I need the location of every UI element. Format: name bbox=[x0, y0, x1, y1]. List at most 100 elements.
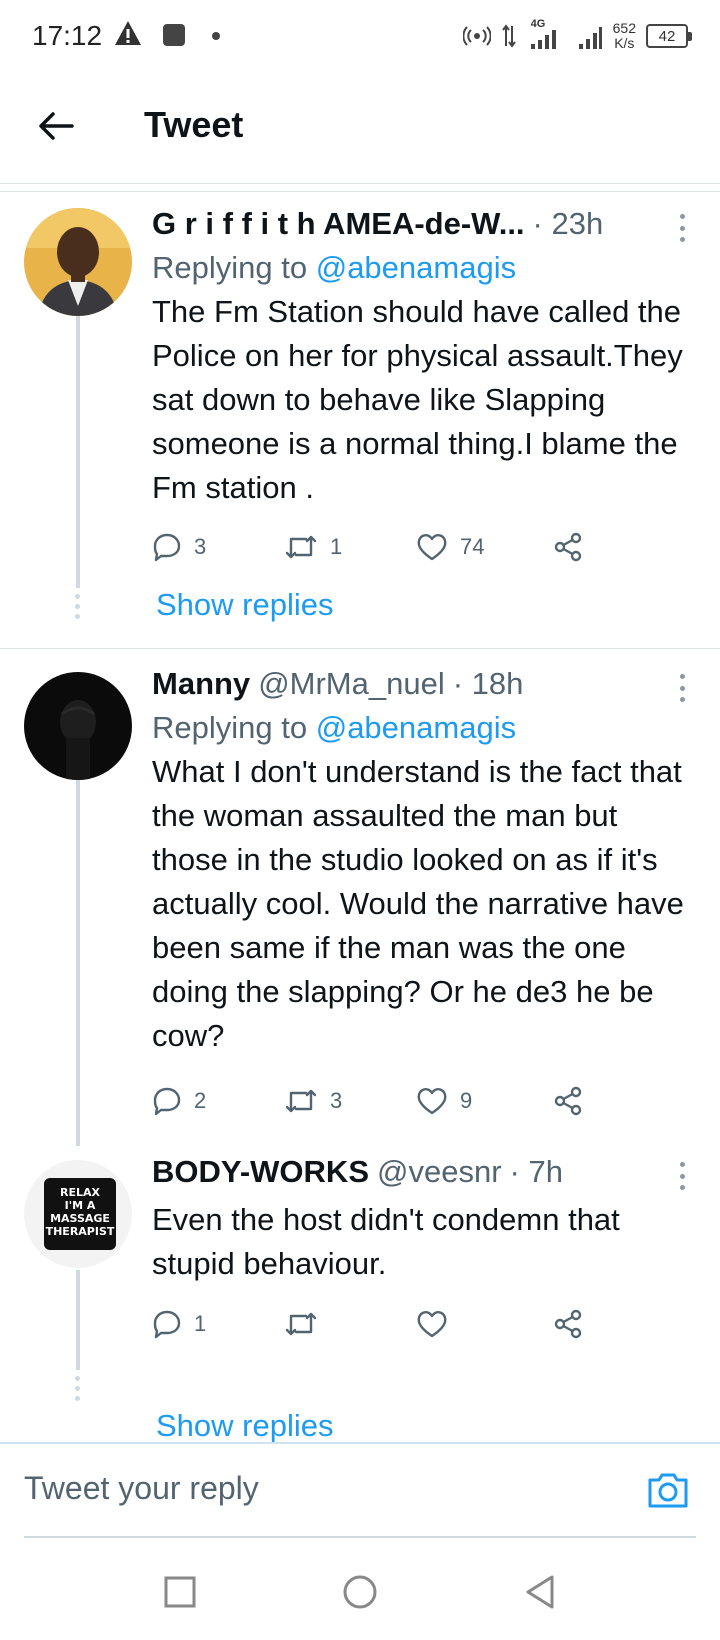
show-replies-link[interactable]: Show replies bbox=[156, 587, 333, 623]
retweet-icon bbox=[285, 535, 317, 559]
author-name[interactable]: G r i f f i t h AMEA-de-W... bbox=[152, 206, 525, 242]
share-button[interactable] bbox=[552, 1081, 584, 1121]
hotspot-icon bbox=[462, 26, 491, 46]
battery-icon: 42 bbox=[646, 24, 692, 48]
heart-icon bbox=[417, 1311, 447, 1338]
retweet-count: 1 bbox=[330, 534, 343, 559]
tweet-header: BODY-WORKS @veesnr · 7h bbox=[152, 1154, 690, 1194]
thread-connector-dots bbox=[75, 1376, 81, 1406]
mention-link[interactable]: @abenamagis bbox=[316, 710, 516, 745]
like-count: 9 bbox=[460, 1088, 473, 1113]
avatar[interactable]: RELAX I'M A MASSAGE THERAPIST bbox=[24, 1160, 132, 1268]
avatar-sign: RELAX I'M A MASSAGE THERAPIST bbox=[44, 1178, 116, 1250]
like-button[interactable]: 9 bbox=[416, 1081, 472, 1121]
more-options-icon[interactable] bbox=[672, 210, 692, 246]
like-button[interactable]: 74 bbox=[416, 527, 484, 567]
mention-link[interactable]: @abenamagis bbox=[316, 250, 516, 285]
arrow-left-icon bbox=[39, 112, 74, 140]
retweet-count: 3 bbox=[330, 1088, 343, 1113]
reply-icon bbox=[153, 1310, 181, 1339]
tweet-actions: 3 1 74 bbox=[152, 527, 622, 567]
more-options-icon[interactable] bbox=[672, 1158, 692, 1194]
notification-square-icon bbox=[163, 24, 185, 46]
heart-icon bbox=[417, 1088, 447, 1115]
recents-button[interactable] bbox=[160, 1572, 200, 1612]
reply-button[interactable]: 2 bbox=[152, 1081, 206, 1121]
thread-line bbox=[76, 780, 80, 1146]
tweet-actions: 1 bbox=[152, 1304, 622, 1344]
home-button[interactable] bbox=[340, 1572, 380, 1612]
share-icon bbox=[554, 1086, 582, 1116]
replying-prefix: Replying to bbox=[152, 250, 316, 285]
thread-line bbox=[76, 1270, 80, 1370]
status-indicators: 4G 652 K/s 42 bbox=[462, 14, 692, 58]
avatar-text-line: RELAX bbox=[60, 1186, 100, 1199]
tweet-header: Manny @MrMa_nuel · 18h bbox=[152, 666, 690, 706]
reply-composer: Tweet your reply bbox=[0, 1442, 720, 1538]
signal-icon bbox=[578, 27, 602, 49]
author-name[interactable]: Manny bbox=[152, 666, 250, 702]
tweet-text: Even the host didn't condemn that stupid… bbox=[152, 1202, 620, 1281]
reply-count: 3 bbox=[194, 534, 207, 559]
page-title: Tweet bbox=[144, 104, 244, 145]
share-button[interactable] bbox=[552, 527, 584, 567]
tweet-text: The Fm Station should have called the Po… bbox=[152, 294, 683, 505]
network-speed: 652 K/s bbox=[613, 21, 636, 51]
system-nav-bar bbox=[0, 1540, 720, 1640]
circle-icon bbox=[343, 1575, 377, 1609]
avatar-text-line: MASSAGE bbox=[50, 1212, 110, 1225]
share-icon bbox=[554, 532, 582, 562]
retweet-button[interactable]: 1 bbox=[284, 527, 342, 567]
retweet-icon bbox=[285, 1089, 317, 1113]
share-button[interactable] bbox=[552, 1304, 584, 1344]
show-replies-link[interactable]: Show replies bbox=[156, 1408, 333, 1442]
tweet-actions: 2 3 9 bbox=[152, 1081, 622, 1121]
tweet-text: What I don't understand is the fact that… bbox=[152, 754, 684, 1053]
author-handle[interactable]: @veesnr bbox=[377, 1154, 502, 1190]
notification-dot-icon bbox=[212, 32, 220, 40]
data-transfer-icon bbox=[501, 24, 516, 48]
reply-button[interactable]: 1 bbox=[152, 1304, 206, 1344]
avatar[interactable] bbox=[24, 208, 132, 316]
avatar-text-line: I'M A bbox=[64, 1199, 96, 1212]
triangle-back-icon bbox=[526, 1575, 554, 1609]
avatar-text-line: THERAPIST bbox=[45, 1225, 115, 1238]
more-options-icon[interactable] bbox=[672, 670, 692, 706]
system-back-button[interactable] bbox=[520, 1572, 560, 1612]
retweet-icon bbox=[285, 1312, 317, 1336]
status-bar: 17:12 4G 652 K/s 42 bbox=[0, 0, 720, 72]
retweet-button[interactable] bbox=[284, 1304, 318, 1344]
replying-to: Replying to @abenamagis bbox=[152, 710, 516, 746]
tweet-time: · 18h bbox=[452, 666, 524, 701]
reply-icon bbox=[153, 1087, 181, 1116]
like-button[interactable] bbox=[416, 1304, 448, 1344]
back-button[interactable] bbox=[30, 100, 82, 152]
square-icon bbox=[164, 1576, 196, 1608]
signal-4g-icon: 4G bbox=[527, 18, 567, 50]
replying-prefix: Replying to bbox=[152, 710, 316, 745]
speed-unit: K/s bbox=[614, 35, 635, 51]
author-handle[interactable]: @MrMa_nuel bbox=[258, 666, 445, 702]
reply-input[interactable]: Tweet your reply bbox=[24, 1470, 259, 1507]
reply-count: 1 bbox=[194, 1311, 207, 1336]
replies-feed: G r i f f i t h AMEA-de-W... · 23h Reply… bbox=[0, 192, 720, 1442]
tweet-reply[interactable]: RELAX I'M A MASSAGE THERAPIST BODY-WORKS… bbox=[0, 1146, 720, 1442]
top-app-bar: Tweet bbox=[0, 72, 720, 184]
retweet-button[interactable]: 3 bbox=[284, 1081, 342, 1121]
tweet-reply[interactable]: G r i f f i t h AMEA-de-W... · 23h Reply… bbox=[0, 192, 720, 647]
camera-button[interactable] bbox=[644, 1466, 692, 1514]
battery-level: 42 bbox=[658, 27, 676, 45]
warning-icon bbox=[115, 21, 141, 45]
status-time: 17:12 bbox=[32, 20, 103, 51]
reply-icon bbox=[153, 533, 181, 562]
avatar[interactable] bbox=[24, 672, 132, 780]
tweet-time: · 23h bbox=[532, 206, 604, 241]
camera-icon bbox=[648, 1473, 688, 1508]
thread-connector-dots bbox=[75, 594, 81, 624]
reply-button[interactable]: 3 bbox=[152, 527, 206, 567]
author-name[interactable]: BODY-WORKS bbox=[152, 1154, 369, 1190]
reply-input-underline bbox=[24, 1536, 696, 1538]
tweet-divider bbox=[0, 648, 720, 649]
replying-to: Replying to @abenamagis bbox=[152, 250, 516, 286]
tweet-reply[interactable]: Manny @MrMa_nuel · 18h Replying to @aben… bbox=[0, 656, 720, 1146]
